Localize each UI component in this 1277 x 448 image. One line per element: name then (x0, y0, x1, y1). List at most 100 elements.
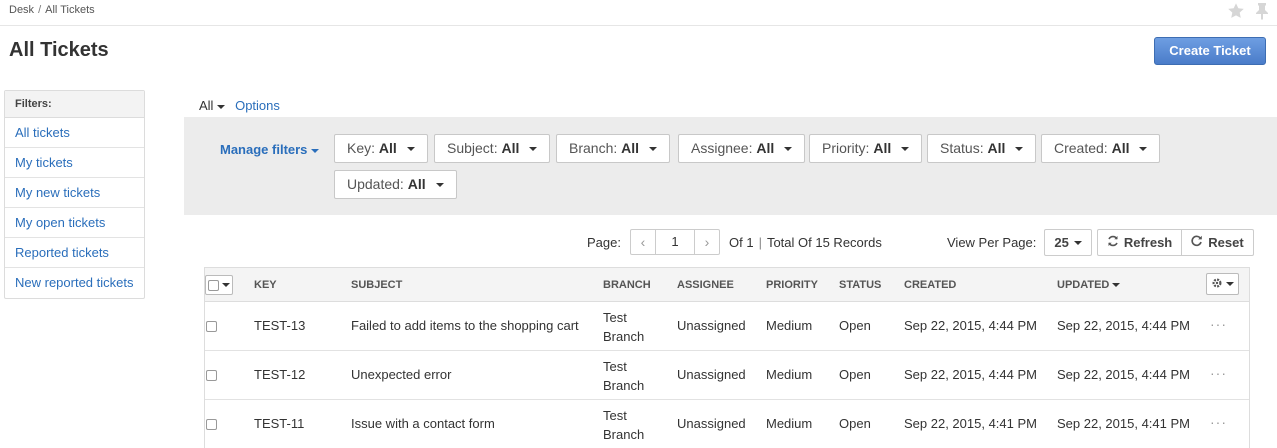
chip-label: Assignee: (691, 140, 753, 156)
cell-branch: Test Branch (603, 310, 645, 344)
chip-label: Priority: (822, 140, 870, 156)
page-title: All Tickets (9, 39, 109, 61)
page-count: Of 1 (728, 234, 754, 250)
cell-updated: Sep 22, 2015, 4:44 PM (1057, 367, 1190, 382)
filter-chip-updated[interactable]: Updated: All (334, 170, 457, 199)
select-all-checkbox[interactable] (205, 275, 233, 295)
view-per-page: View Per Page: 25 Refresh Reset (947, 229, 1254, 256)
cell-key[interactable]: TEST-12 (254, 367, 305, 382)
column-header-key[interactable]: KEY (254, 279, 277, 291)
breadcrumb-separator: / (38, 4, 42, 16)
column-header-status[interactable]: STATUS (839, 279, 881, 291)
reset-button[interactable]: Reset (1182, 229, 1254, 256)
manage-filters-label: Manage filters (220, 142, 308, 157)
chevron-down-icon (311, 148, 320, 153)
chip-label: Updated: (347, 176, 404, 192)
filter-all-tickets[interactable]: All tickets (5, 118, 144, 148)
page-input[interactable]: 1 (654, 230, 695, 254)
cell-priority: Medium (766, 416, 813, 431)
breadcrumb-desk[interactable]: Desk (9, 4, 34, 16)
chevron-down-icon (222, 283, 230, 287)
chevron-down-icon (649, 147, 658, 152)
filter-chip-created[interactable]: Created: All (1041, 134, 1161, 163)
cell-status: Open (839, 318, 871, 333)
chevron-down-icon (529, 147, 538, 152)
column-header-priority[interactable]: PRIORITY (766, 279, 818, 291)
table-row[interactable]: TEST-12 Unexpected error Test Branch Una… (205, 351, 1249, 400)
pin-icon[interactable] (1255, 2, 1269, 20)
pager: Page: ‹ 1 › Of 1 | Total Of 15 Records (587, 229, 882, 255)
more-icon[interactable]: ··· (1210, 316, 1227, 332)
filters-heading: Filters: (5, 91, 144, 118)
filter-my-new-tickets[interactable]: My new tickets (5, 178, 144, 208)
filter-chip-key[interactable]: Key: All (334, 134, 428, 163)
row-checkbox[interactable] (206, 369, 217, 384)
star-icon[interactable] (1227, 2, 1245, 20)
options-link[interactable]: Options (235, 98, 280, 113)
gear-icon (1211, 277, 1223, 292)
filter-chip-subject[interactable]: Subject: All (434, 134, 551, 163)
chip-label: Key: (347, 140, 376, 156)
reset-icon (1191, 235, 1203, 250)
cell-branch: Test Branch (603, 359, 645, 393)
column-settings-button[interactable] (1206, 273, 1239, 295)
chevron-down-icon (1226, 282, 1234, 286)
filter-chip-priority[interactable]: Priority: All (809, 134, 923, 163)
top-bar: Desk / All Tickets (0, 0, 1277, 26)
filters-panel: Filters: All tickets My tickets My new t… (4, 90, 145, 299)
per-page-select[interactable]: 25 (1044, 229, 1092, 256)
cell-status: Open (839, 416, 871, 431)
view-per-page-label: View Per Page: (947, 235, 1037, 250)
filter-new-reported-tickets[interactable]: New reported tickets (5, 268, 144, 298)
filter-my-open-tickets[interactable]: My open tickets (5, 208, 144, 238)
cell-assignee: Unassigned (677, 367, 746, 382)
table-row[interactable]: TEST-11 Issue with a contact form Test B… (205, 400, 1249, 448)
row-checkbox[interactable] (206, 320, 217, 335)
chip-label: Status: (940, 140, 984, 156)
view-selector[interactable]: All (199, 98, 226, 113)
page-label: Page: (587, 234, 621, 250)
tickets-table: KEY SUBJECT BRANCH ASSIGNEE PRIORITY STA… (204, 267, 1250, 448)
filter-chip-assignee[interactable]: Assignee: All (678, 134, 806, 163)
filter-bar: Manage filters Key: All Subject: All Bra… (184, 117, 1277, 215)
prev-page-button[interactable]: ‹ (631, 230, 655, 254)
next-page-button[interactable]: › (695, 230, 719, 254)
table-row[interactable]: TEST-13 Failed to add items to the shopp… (205, 302, 1249, 351)
chevron-down-icon (435, 183, 444, 188)
cell-created: Sep 22, 2015, 4:41 PM (904, 416, 1037, 431)
total-records: Total Of 15 Records (766, 234, 882, 250)
cell-key[interactable]: TEST-11 (254, 416, 304, 431)
pager-separator: | (758, 234, 762, 250)
filter-chip-branch[interactable]: Branch: All (556, 134, 671, 163)
more-icon[interactable]: ··· (1210, 414, 1227, 430)
sort-desc-icon (1112, 283, 1121, 288)
column-header-updated[interactable]: UPDATED (1057, 279, 1121, 291)
chip-value: All (1111, 140, 1130, 156)
cell-subject[interactable]: Unexpected error (351, 367, 451, 382)
filter-reported-tickets[interactable]: Reported tickets (5, 238, 144, 268)
filter-chip-status[interactable]: Status: All (927, 134, 1037, 163)
column-header-subject[interactable]: SUBJECT (351, 279, 402, 291)
more-icon[interactable]: ··· (1210, 365, 1227, 381)
filter-my-tickets[interactable]: My tickets (5, 148, 144, 178)
breadcrumb-all-tickets: All Tickets (45, 4, 95, 16)
chip-value: All (873, 140, 892, 156)
chevron-down-icon (784, 147, 793, 152)
manage-filters-button[interactable]: Manage filters (220, 142, 320, 157)
refresh-button[interactable]: Refresh (1096, 229, 1183, 256)
row-checkbox[interactable] (206, 418, 217, 433)
table-header: KEY SUBJECT BRANCH ASSIGNEE PRIORITY STA… (205, 268, 1249, 302)
cell-subject[interactable]: Failed to add items to the shopping cart (351, 318, 579, 333)
create-ticket-button[interactable]: Create Ticket (1154, 37, 1266, 65)
breadcrumb: Desk / All Tickets (9, 4, 95, 16)
column-header-branch[interactable]: BRANCH (603, 279, 651, 291)
cell-created: Sep 22, 2015, 4:44 PM (904, 318, 1037, 333)
chip-value: All (621, 140, 640, 156)
cell-subject[interactable]: Issue with a contact form (351, 416, 495, 431)
chip-value: All (987, 140, 1006, 156)
refresh-icon (1107, 235, 1119, 250)
cell-key[interactable]: TEST-13 (254, 318, 305, 333)
column-header-created[interactable]: CREATED (904, 279, 956, 291)
column-header-assignee[interactable]: ASSIGNEE (677, 279, 734, 291)
cell-status: Open (839, 367, 871, 382)
